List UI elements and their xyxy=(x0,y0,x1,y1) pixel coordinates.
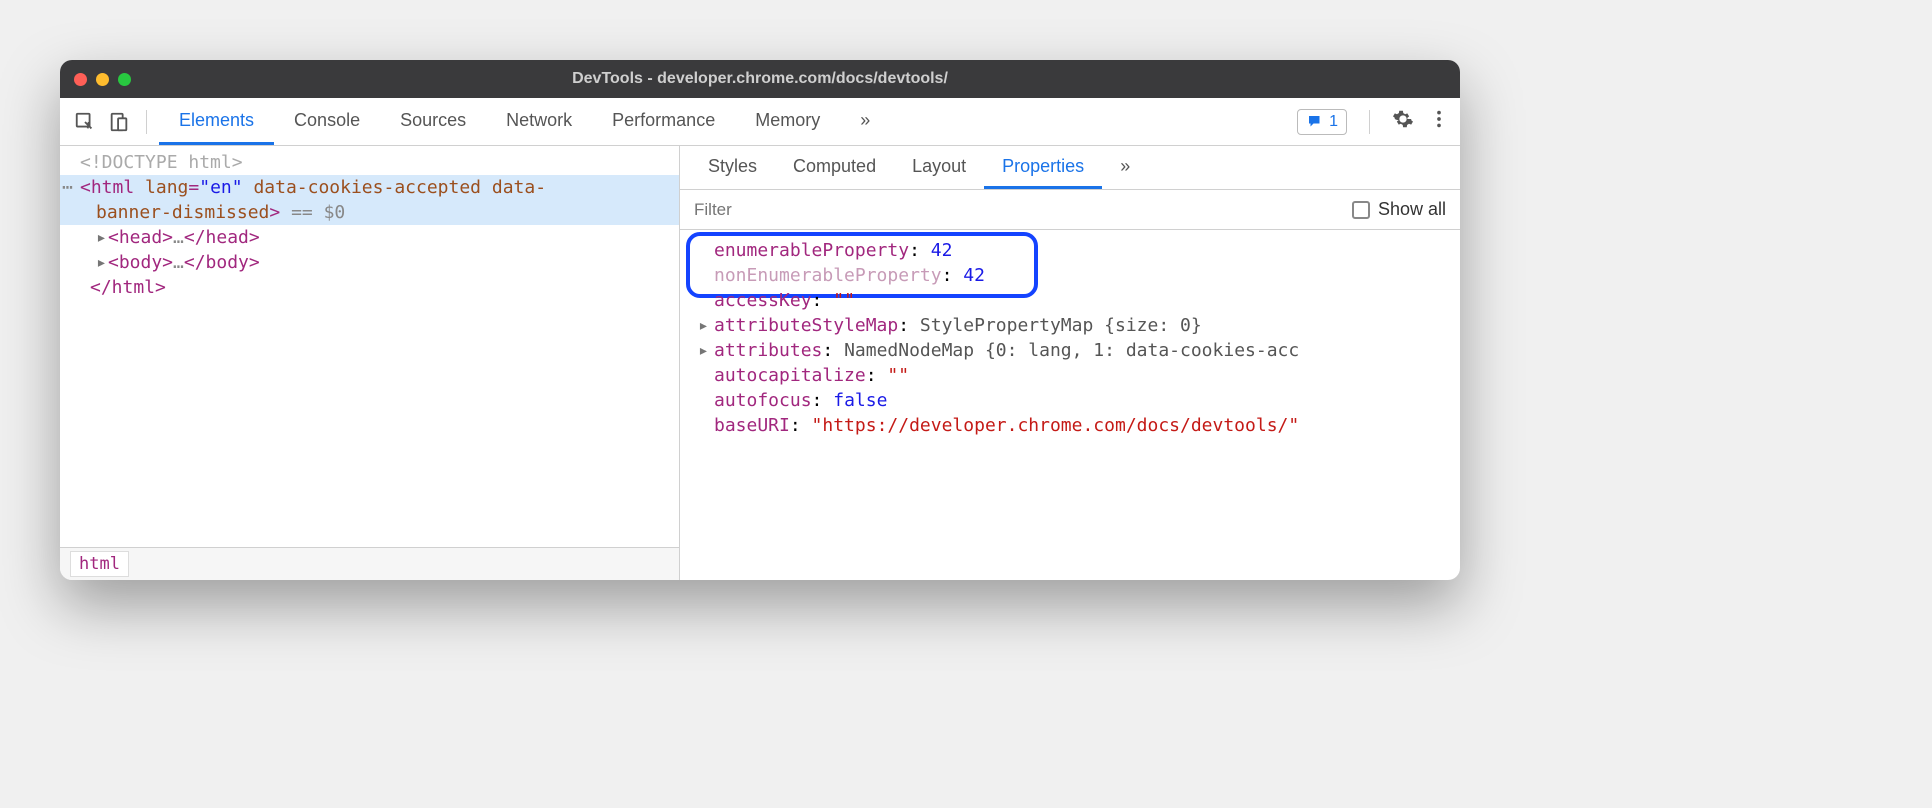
tab-elements[interactable]: Elements xyxy=(159,98,274,145)
filter-input[interactable] xyxy=(694,200,1352,220)
subtab-more[interactable]: » xyxy=(1102,146,1148,189)
expand-arrow-icon[interactable]: ▸ xyxy=(698,315,709,336)
device-toggle-icon[interactable] xyxy=(104,107,134,137)
minimize-window-button[interactable] xyxy=(96,73,109,86)
issues-badge[interactable]: 1 xyxy=(1297,109,1347,135)
tab-console[interactable]: Console xyxy=(274,98,380,145)
elements-panel: <!DOCTYPE html> ⋯ <html lang="en" data-c… xyxy=(60,146,680,580)
show-all-label: Show all xyxy=(1378,199,1446,220)
close-window-button[interactable] xyxy=(74,73,87,86)
main-toolbar: Elements Console Sources Network Perform… xyxy=(60,98,1460,146)
toolbar-divider-2 xyxy=(1369,110,1370,134)
dom-html-element-cont[interactable]: banner-dismissed> == $0 xyxy=(60,200,679,225)
property-row[interactable]: baseURI: "https://developer.chrome.com/d… xyxy=(698,413,1448,438)
dom-html-element[interactable]: ⋯ <html lang="en" data-cookies-accepted … xyxy=(60,175,679,200)
tab-more[interactable]: » xyxy=(840,98,890,145)
property-row[interactable]: autofocus: false xyxy=(698,388,1448,413)
settings-gear-icon[interactable] xyxy=(1392,108,1414,135)
traffic-lights xyxy=(74,73,131,86)
dom-head-element[interactable]: ▸<head>…</head> xyxy=(60,225,679,250)
property-row[interactable]: autocapitalize: "" xyxy=(698,363,1448,388)
filter-bar: Show all xyxy=(680,190,1460,230)
titlebar: DevTools - developer.chrome.com/docs/dev… xyxy=(60,60,1460,98)
property-row[interactable]: nonEnumerableProperty: 42 xyxy=(698,263,1448,288)
inspect-element-icon[interactable] xyxy=(70,107,100,137)
subtab-properties[interactable]: Properties xyxy=(984,146,1102,189)
dom-tree[interactable]: <!DOCTYPE html> ⋯ <html lang="en" data-c… xyxy=(60,146,679,547)
kebab-menu-icon[interactable] xyxy=(1428,108,1450,135)
show-all-checkbox[interactable] xyxy=(1352,201,1370,219)
subtab-computed[interactable]: Computed xyxy=(775,146,894,189)
dom-doctype[interactable]: <!DOCTYPE html> xyxy=(60,150,679,175)
breadcrumb: html xyxy=(60,547,679,580)
issues-count: 1 xyxy=(1329,113,1338,131)
properties-list[interactable]: enumerableProperty: 42 nonEnumerableProp… xyxy=(680,230,1460,580)
property-row[interactable]: enumerableProperty: 42 xyxy=(698,238,1448,263)
tab-sources[interactable]: Sources xyxy=(380,98,486,145)
breadcrumb-html[interactable]: html xyxy=(70,551,129,577)
main-tabs: Elements Console Sources Network Perform… xyxy=(159,98,890,145)
toolbar-divider xyxy=(146,110,147,134)
window-title: DevTools - developer.chrome.com/docs/dev… xyxy=(60,70,1460,88)
dom-body-element[interactable]: ▸<body>…</body> xyxy=(60,250,679,275)
sidebar-panel: Styles Computed Layout Properties » Show… xyxy=(680,146,1460,580)
subtab-styles[interactable]: Styles xyxy=(690,146,775,189)
expand-arrow-icon[interactable]: ▸ xyxy=(698,340,709,361)
maximize-window-button[interactable] xyxy=(118,73,131,86)
property-row[interactable]: accessKey: "" xyxy=(698,288,1448,313)
subtab-layout[interactable]: Layout xyxy=(894,146,984,189)
devtools-window: DevTools - developer.chrome.com/docs/dev… xyxy=(60,60,1460,580)
tab-network[interactable]: Network xyxy=(486,98,592,145)
expand-ellipsis-icon[interactable]: ⋯ xyxy=(62,177,73,198)
tab-performance[interactable]: Performance xyxy=(592,98,735,145)
sidebar-tabs: Styles Computed Layout Properties » xyxy=(680,146,1460,190)
property-row[interactable]: ▸attributes: NamedNodeMap {0: lang, 1: d… xyxy=(698,338,1448,363)
tab-memory[interactable]: Memory xyxy=(735,98,840,145)
dom-html-close[interactable]: </html> xyxy=(60,275,679,300)
main-content: <!DOCTYPE html> ⋯ <html lang="en" data-c… xyxy=(60,146,1460,580)
property-row[interactable]: ▸attributeStyleMap: StylePropertyMap {si… xyxy=(698,313,1448,338)
